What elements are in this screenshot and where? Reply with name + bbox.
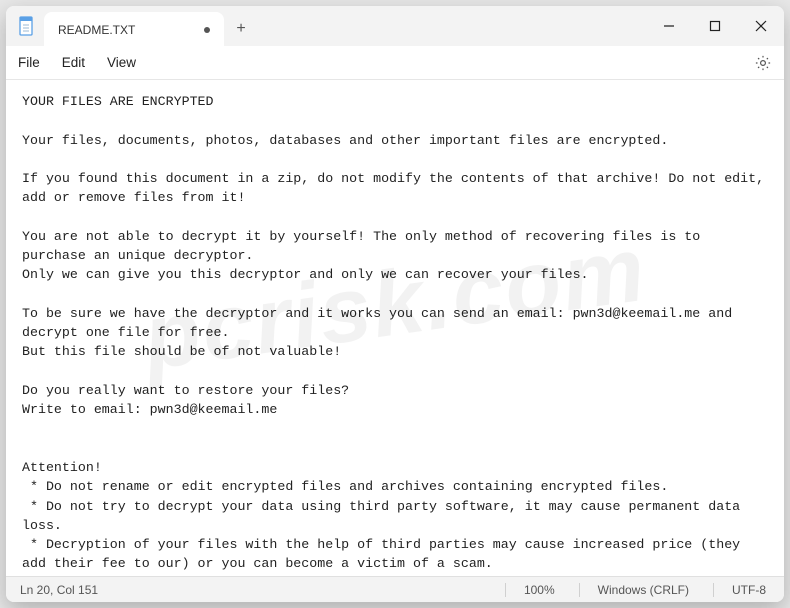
status-encoding: UTF-8: [713, 583, 784, 597]
tab-dirty-indicator: [204, 27, 210, 33]
maximize-button[interactable]: [692, 6, 738, 46]
window-controls: [646, 6, 784, 46]
minimize-button[interactable]: [646, 6, 692, 46]
titlebar-spacer: [258, 6, 646, 46]
status-cursor: Ln 20, Col 151: [20, 583, 116, 597]
statusbar: Ln 20, Col 151 100% Windows (CRLF) UTF-8: [6, 576, 784, 602]
settings-button[interactable]: [754, 54, 772, 72]
status-eol: Windows (CRLF): [579, 583, 707, 597]
new-tab-button[interactable]: +: [224, 12, 258, 46]
menu-edit[interactable]: Edit: [62, 55, 85, 70]
close-button[interactable]: [738, 6, 784, 46]
status-zoom[interactable]: 100%: [505, 583, 573, 597]
notepad-window: README.TXT + File Edit View: [6, 6, 784, 602]
titlebar-left: [6, 6, 36, 46]
plus-icon: +: [236, 20, 245, 38]
menubar: File Edit View: [6, 46, 784, 80]
menu-view[interactable]: View: [107, 55, 136, 70]
tab-readme[interactable]: README.TXT: [44, 12, 224, 46]
menu-file[interactable]: File: [18, 55, 40, 70]
tab-title: README.TXT: [58, 23, 135, 37]
text-editor-area[interactable]: YOUR FILES ARE ENCRYPTED Your files, doc…: [6, 80, 784, 576]
notepad-app-icon: [18, 15, 36, 37]
titlebar: README.TXT +: [6, 6, 784, 46]
